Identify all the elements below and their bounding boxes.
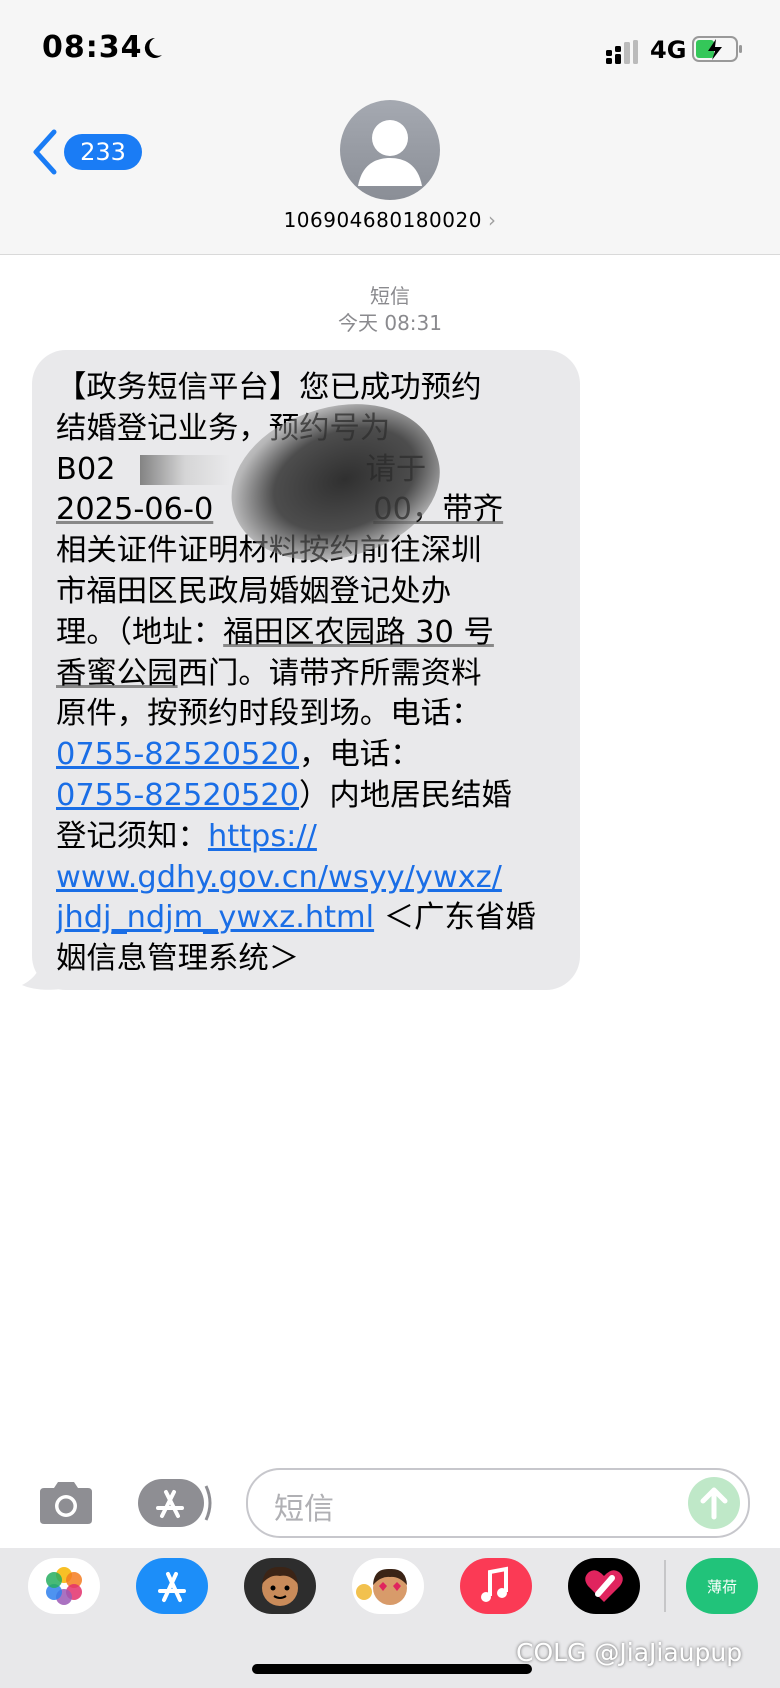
message-fragment: ＜广东省婚 xyxy=(374,900,536,936)
message-input[interactable]: 短信 xyxy=(246,1468,750,1538)
arrow-up-icon xyxy=(700,1487,728,1520)
status-time: 08:34 xyxy=(42,30,143,65)
message-fragment: 登记须知： xyxy=(56,818,208,854)
conversation-header: 08:34 4G 233 106904680180020 › xyxy=(0,0,780,255)
message-fragment: 2025-06-0 xyxy=(56,492,214,528)
message-line: jhdj_ndjm_ywxz.html ＜广东省婚 xyxy=(56,898,568,939)
message-line: www.gdhy.gov.cn/wsyy/ywxz/ xyxy=(56,858,568,899)
url-link[interactable]: https:// xyxy=(208,819,317,854)
message-timestamp: 今天 08:31 xyxy=(338,311,442,335)
chevron-right-icon: › xyxy=(487,208,497,232)
message-fragment: ，电话： xyxy=(299,737,421,773)
send-button[interactable] xyxy=(688,1477,740,1529)
phone-link[interactable]: 0755-82520520 xyxy=(56,737,299,772)
service-label: 短信 xyxy=(370,284,410,308)
chevron-left-icon xyxy=(33,129,57,175)
phone-link[interactable]: 0755-82520520 xyxy=(56,778,299,813)
photos-app-icon[interactable] xyxy=(28,1558,100,1614)
message-line: 登记须知：https:// xyxy=(56,817,568,858)
message-fragment: 理。（地址： xyxy=(56,614,224,650)
message-input-placeholder: 短信 xyxy=(274,1492,334,1527)
home-indicator[interactable] xyxy=(252,1664,532,1674)
message-line: 香蜜公园西门。请带齐所需资料 xyxy=(56,654,568,695)
address-link[interactable]: 福田区农园路 30 号 xyxy=(223,615,494,650)
message-fragment: B02 xyxy=(56,451,116,487)
redaction-scribble xyxy=(140,455,230,485)
watermark: COLG @JiaJiaupup xyxy=(516,1638,743,1667)
address-link-continued[interactable]: 香蜜公园 xyxy=(56,656,178,691)
app-drawer-divider xyxy=(664,1560,666,1612)
back-button[interactable]: 233 xyxy=(30,124,142,180)
bubble-tail xyxy=(22,955,60,990)
network-type: 4G xyxy=(650,36,687,64)
moon-icon xyxy=(144,37,162,58)
app-store-button[interactable] xyxy=(136,1478,214,1528)
contact-number: 106904680180020 xyxy=(283,208,482,232)
digital-touch-app-icon[interactable] xyxy=(568,1558,640,1614)
app-store-app-icon[interactable] xyxy=(136,1558,208,1614)
message-line: 原件，按预约时段到场。电话： xyxy=(56,696,482,732)
contact-name-button[interactable]: 106904680180020 › xyxy=(0,208,780,232)
message-line: 姻信息管理系统＞ xyxy=(56,941,300,977)
message-fragment: 西门。请带齐所需资料 xyxy=(177,655,482,691)
url-link[interactable]: www.gdhy.gov.cn/wsyy/ywxz/ xyxy=(56,860,502,895)
peppermint-app-icon[interactable]: 薄荷 xyxy=(686,1558,758,1614)
signal-icon xyxy=(606,40,638,64)
camera-button[interactable] xyxy=(36,1478,96,1528)
url-link[interactable]: jhdj_ndjm_ywxz.html xyxy=(56,900,374,935)
battery-charging-icon xyxy=(692,36,742,62)
contact-avatar[interactable] xyxy=(340,100,440,200)
message-fragment: ）内地居民结婚 xyxy=(299,777,512,813)
message-line: 0755-82520520，电话： xyxy=(56,735,568,776)
message-line: 市福田区民政局婚姻登记处办 xyxy=(56,573,452,609)
animoji-app-icon[interactable] xyxy=(352,1558,424,1614)
message-line: 理。（地址：福田区农园路 30 号 xyxy=(56,613,568,654)
memoji-app-icon[interactable] xyxy=(244,1558,316,1614)
unread-count-badge: 233 xyxy=(64,134,142,170)
message-line: 【政务短信平台】您已成功预约 xyxy=(56,370,482,405)
peppermint-app-label: 薄荷 xyxy=(706,1578,737,1596)
music-app-icon[interactable] xyxy=(460,1558,532,1614)
person-icon xyxy=(358,120,422,186)
message-line: 0755-82520520）内地居民结婚 xyxy=(56,776,568,817)
